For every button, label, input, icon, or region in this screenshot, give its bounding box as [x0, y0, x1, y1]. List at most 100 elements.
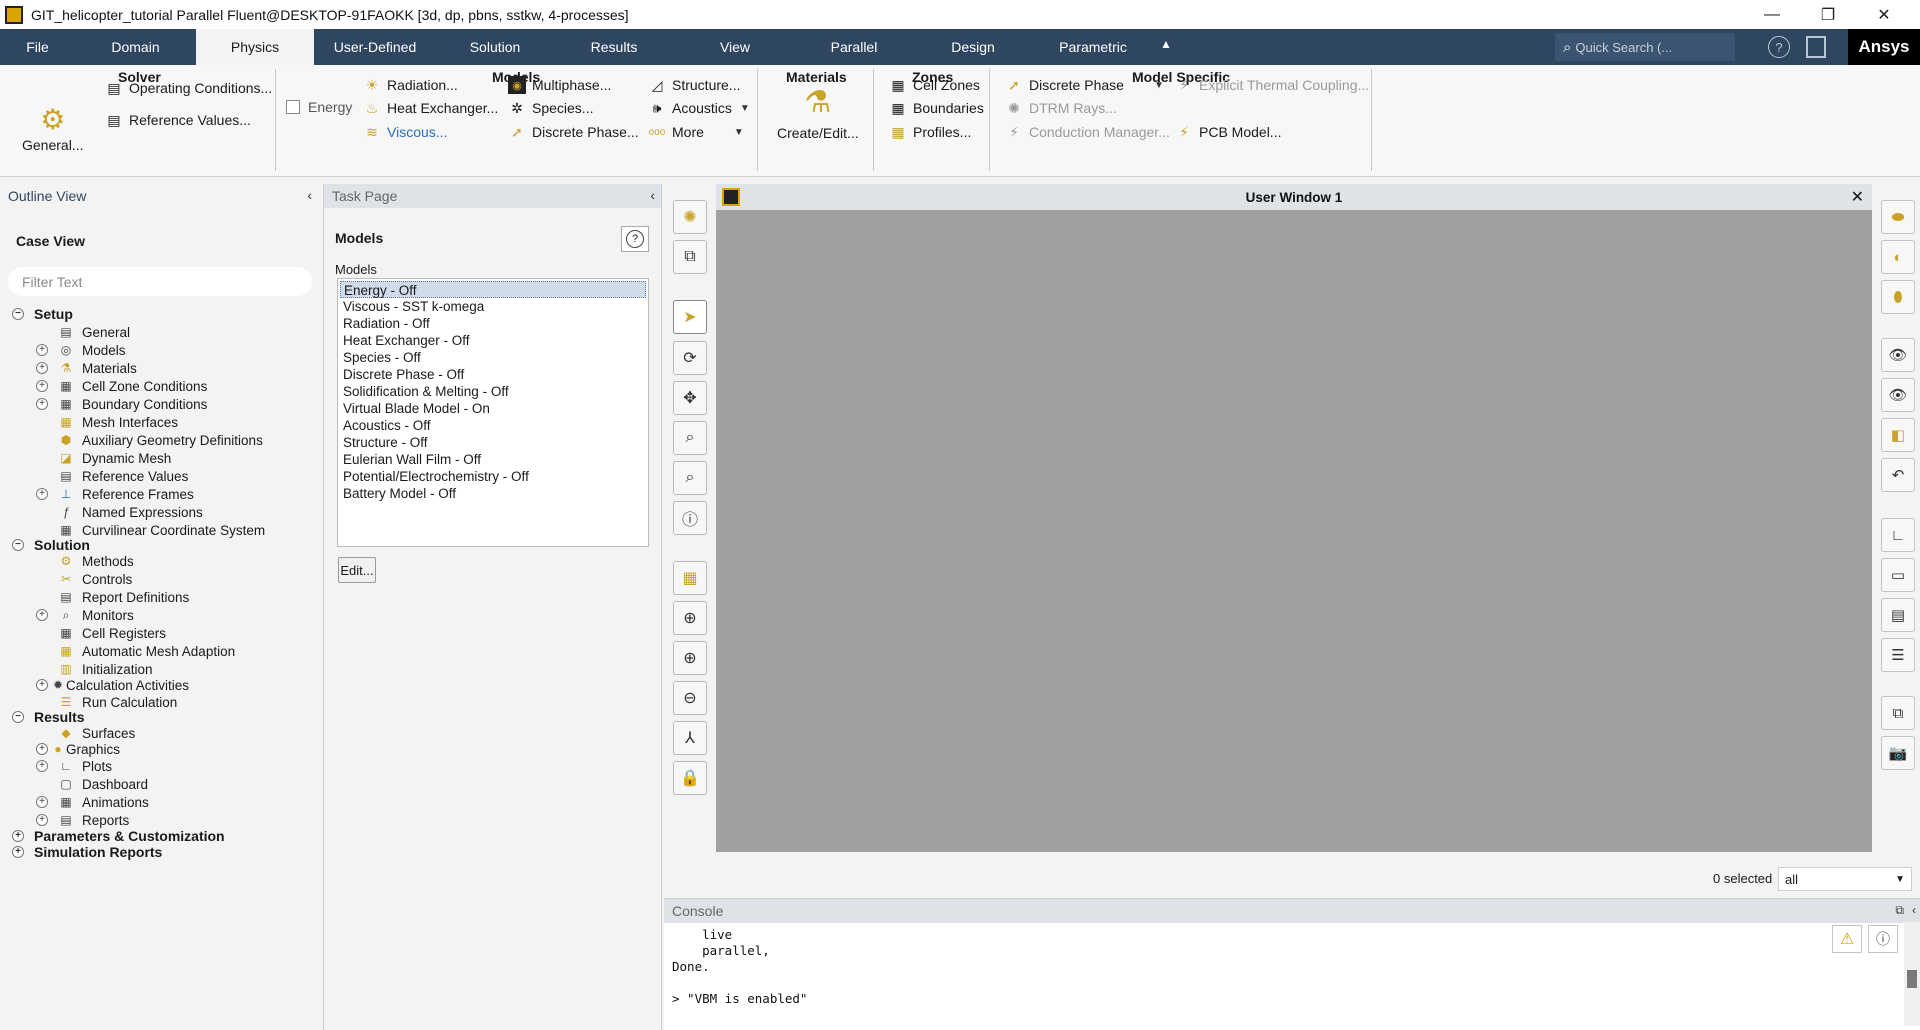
colormap-icon[interactable]: ▭: [1881, 558, 1915, 592]
tree-item-plots[interactable]: + ∟ Plots: [36, 757, 112, 775]
view-copy-icon[interactable]: ⧉: [673, 240, 707, 274]
zoom-drag-icon[interactable]: ⌕: [673, 421, 707, 455]
annotation-icon[interactable]: ▤: [1881, 598, 1915, 632]
profiles-button[interactable]: ▦ Profiles...: [889, 123, 971, 141]
console-output[interactable]: live parallel, Done. > "VBM is enabled": [672, 927, 807, 1007]
task-help-button[interactable]: ?: [621, 226, 649, 252]
explicit-thermal-coupling-button[interactable]: ⚡ Explicit Thermal Coupling...: [1175, 76, 1369, 94]
plot-axes-icon[interactable]: ∟: [1881, 518, 1915, 552]
model-item-battery-model[interactable]: Battery Model - Off: [340, 485, 646, 502]
tab-domain[interactable]: Domain: [75, 29, 196, 65]
model-item-viscous[interactable]: Viscous - SST k-omega: [340, 298, 646, 315]
tab-solution[interactable]: Solution: [436, 29, 554, 65]
model-item-acoustics[interactable]: Acoustics - Off: [340, 417, 646, 434]
show-icon[interactable]: 👁: [1881, 338, 1915, 372]
expand-icon[interactable]: +: [36, 814, 48, 826]
collapse-panel-icon[interactable]: ‹: [1912, 903, 1916, 917]
tree-item-dashboard[interactable]: ▢ Dashboard: [58, 775, 148, 793]
tree-item-calculation-activities[interactable]: + ✹ Calculation Activities: [36, 676, 189, 694]
dtrm-rays-button[interactable]: ✺ DTRM Rays...: [1005, 99, 1117, 117]
pcb-model-button[interactable]: ⚡ PCB Model...: [1175, 123, 1281, 141]
expand-icon[interactable]: +: [36, 380, 48, 392]
notes-icon[interactable]: [1806, 36, 1826, 58]
expand-icon[interactable]: +: [36, 679, 48, 691]
model-specific-discrete-phase-button[interactable]: ➚ Discrete Phase ▼: [1005, 76, 1164, 94]
create-edit-materials-button[interactable]: ⚗ Create/Edit...: [777, 85, 859, 141]
tree-item-general[interactable]: ▤ General: [58, 323, 130, 341]
save-picture-icon[interactable]: 📷: [1881, 736, 1915, 770]
tree-item-reference-frames[interactable]: + ⊥ Reference Frames: [36, 485, 194, 503]
selection-filter-dropdown[interactable]: all ▼: [1778, 867, 1912, 891]
expand-icon[interactable]: +: [36, 488, 48, 500]
collapse-icon[interactable]: −: [12, 308, 24, 320]
energy-checkbox[interactable]: Energy: [286, 99, 352, 115]
restore-button[interactable]: ❐: [1800, 0, 1856, 29]
collapse-panel-icon[interactable]: ‹: [307, 187, 312, 203]
info-icon[interactable]: ⓘ: [1868, 925, 1898, 953]
zoom-out-icon[interactable]: ⊖: [673, 681, 707, 715]
models-list[interactable]: Energy - Off Viscous - SST k-omega Radia…: [337, 278, 649, 547]
filter-text-input[interactable]: Filter Text: [8, 267, 312, 296]
warning-icon[interactable]: ⚠: [1832, 925, 1862, 953]
rotate-icon[interactable]: ⟳: [673, 341, 707, 375]
model-item-radiation[interactable]: Radiation - Off: [340, 315, 646, 332]
structure-button[interactable]: ◿ Structure...: [648, 76, 741, 94]
tree-item-graphics[interactable]: + ● Graphics: [36, 740, 120, 758]
collapse-icon[interactable]: −: [12, 711, 24, 723]
heat-exchanger-button[interactable]: ♨ Heat Exchanger...: [363, 99, 499, 117]
tree-item-models[interactable]: + ◎ Models: [36, 341, 126, 359]
collapse-ribbon-icon[interactable]: ▲: [1160, 37, 1172, 51]
collapse-icon[interactable]: −: [12, 539, 24, 551]
conduction-manager-button[interactable]: ⚡ Conduction Manager...: [1005, 123, 1170, 141]
tab-parallel[interactable]: Parallel: [796, 29, 912, 65]
console-scrollbar[interactable]: [1904, 922, 1920, 1026]
more-models-button[interactable]: ooo More ▼: [648, 123, 744, 141]
transparency-icon[interactable]: ◧: [1881, 418, 1915, 452]
model-item-heat-exchanger[interactable]: Heat Exchanger - Off: [340, 332, 646, 349]
hide-icon[interactable]: 👁: [1881, 378, 1915, 412]
zoom-box-icon[interactable]: ⌕: [673, 461, 707, 495]
discrete-phase-button[interactable]: ➚ Discrete Phase...: [508, 123, 638, 141]
collapse-panel-icon[interactable]: ‹: [650, 187, 655, 203]
expand-icon[interactable]: +: [36, 344, 48, 356]
expand-icon[interactable]: +: [12, 846, 24, 858]
expand-icon[interactable]: +: [36, 796, 48, 808]
pan-icon[interactable]: ✥: [673, 381, 707, 415]
tab-parametric[interactable]: Parametric: [1034, 29, 1152, 65]
close-window-icon[interactable]: ✕: [1851, 187, 1864, 207]
float-panel-icon[interactable]: ⧉: [1895, 903, 1904, 918]
tree-item-controls[interactable]: ✂ Controls: [58, 570, 132, 588]
tree-item-materials[interactable]: + ⚗ Materials: [36, 359, 137, 377]
display-surfaces-icon[interactable]: ⬬: [1881, 200, 1915, 234]
fit-to-window-icon[interactable]: ▦: [673, 561, 707, 595]
model-item-species[interactable]: Species - Off: [340, 349, 646, 366]
model-item-structure[interactable]: Structure - Off: [340, 434, 646, 451]
tab-file[interactable]: File: [0, 29, 75, 65]
minimize-button[interactable]: —: [1744, 0, 1800, 29]
radiation-button[interactable]: ☀ Radiation...: [363, 76, 458, 94]
zoom-in-icon[interactable]: ⊕: [673, 641, 707, 675]
viscous-button[interactable]: ≋ Viscous...: [363, 123, 447, 141]
tab-physics[interactable]: Physics: [196, 29, 314, 65]
expand-icon[interactable]: +: [36, 362, 48, 374]
scrollbar-thumb[interactable]: [1907, 970, 1917, 988]
tree-item-methods[interactable]: ⚙ Methods: [58, 552, 134, 570]
cell-zones-button[interactable]: ▦ Cell Zones: [889, 76, 980, 94]
tree-simulation-reports[interactable]: + Simulation Reports: [12, 843, 162, 861]
tab-user-defined[interactable]: User-Defined: [314, 29, 436, 65]
pointer-select-icon[interactable]: ➤: [673, 300, 707, 334]
general-button[interactable]: ⚙ General...: [22, 103, 83, 153]
model-item-discrete-phase[interactable]: Discrete Phase - Off: [340, 366, 646, 383]
tree-item-reference-values[interactable]: ▤ Reference Values: [58, 467, 188, 485]
probe-info-icon[interactable]: ⓘ: [673, 501, 707, 535]
model-item-eulerian-wall-film[interactable]: Eulerian Wall Film - Off: [340, 451, 646, 468]
tree-item-cell-registers[interactable]: ▦ Cell Registers: [58, 624, 166, 642]
model-item-solidification-melting[interactable]: Solidification & Melting - Off: [340, 383, 646, 400]
tree-item-named-expressions[interactable]: ƒ Named Expressions: [58, 503, 203, 521]
expand-icon[interactable]: +: [36, 609, 48, 621]
model-item-potential-electrochemistry[interactable]: Potential/Electrochemistry - Off: [340, 468, 646, 485]
model-item-virtual-blade-model[interactable]: Virtual Blade Model - On: [340, 400, 646, 417]
tab-results[interactable]: Results: [554, 29, 674, 65]
tree-item-automatic-mesh-adaption[interactable]: ▦ Automatic Mesh Adaption: [58, 642, 235, 660]
help-icon[interactable]: ?: [1768, 36, 1790, 58]
